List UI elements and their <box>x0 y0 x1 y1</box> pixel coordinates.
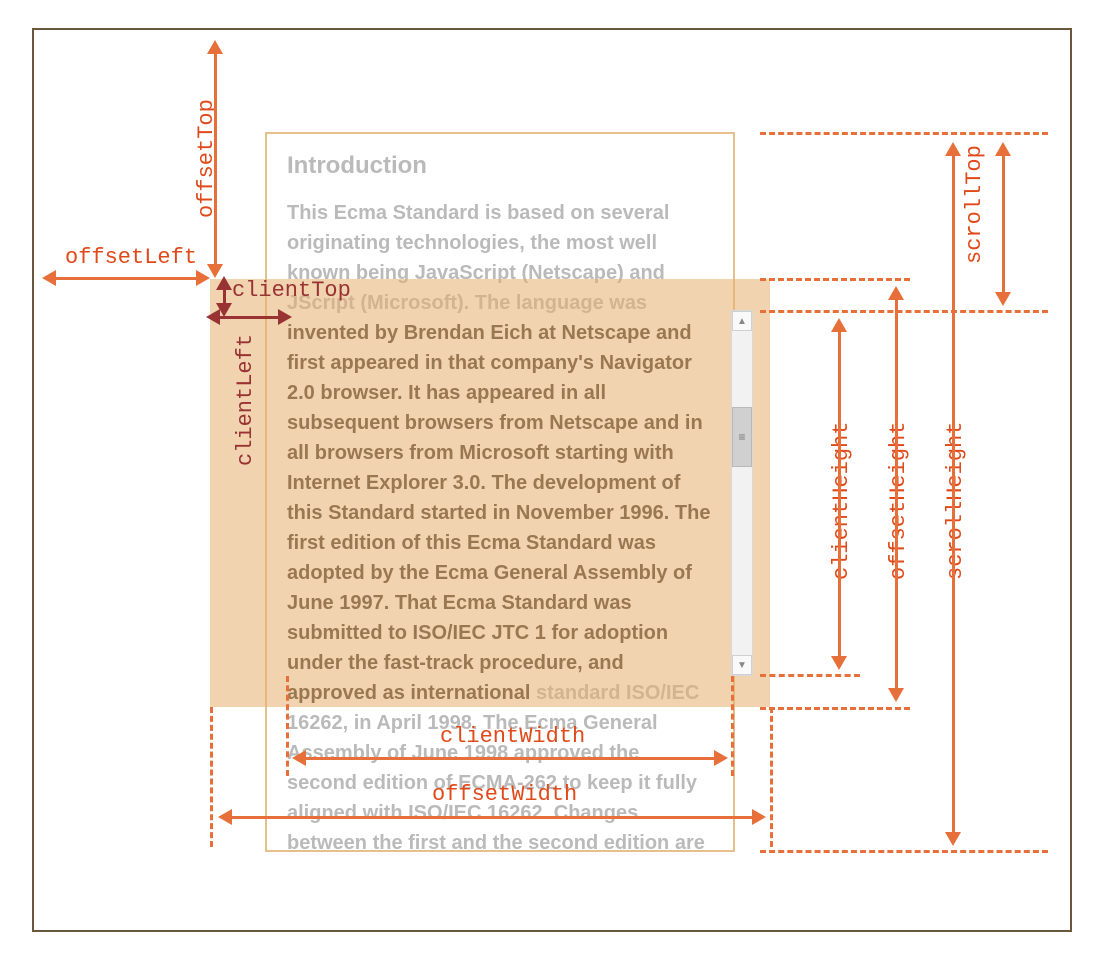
label-client-top: clientTop <box>232 278 351 303</box>
arrow-client-height <box>838 324 841 660</box>
cap-offset-left-l <box>34 270 56 286</box>
scrollbar[interactable]: ▲ ≡ ▼ <box>731 310 753 676</box>
arrow-client-left <box>212 316 284 319</box>
cap-offset-left-r <box>196 270 218 286</box>
cap-offset-width-r <box>752 809 774 825</box>
cap-client-width-r <box>714 750 736 766</box>
cap-scroll-height-d <box>945 832 961 854</box>
cap-client-height-u <box>831 310 847 332</box>
cap-offset-height-d <box>888 688 904 710</box>
content-post: standard ISO/IEC 16262, in April 1998. T… <box>287 682 705 852</box>
label-scroll-top: scrollTop <box>962 145 987 264</box>
content-heading: Introduction <box>287 152 713 180</box>
cap-scroll-height-u <box>945 134 961 156</box>
label-scroll-height: scrollHeight <box>943 422 968 580</box>
cap-scroll-top-d <box>995 292 1011 314</box>
guide-right-offset <box>770 707 773 847</box>
cap-client-height-d <box>831 656 847 678</box>
guide-left-offset <box>210 707 213 847</box>
guide-bottom-content <box>760 850 1048 853</box>
arrow-scroll-top <box>1002 148 1005 296</box>
cap-client-width-l <box>284 750 306 766</box>
cap-offset-height-u <box>888 278 904 300</box>
arrow-offset-left <box>50 277 200 280</box>
arrow-offset-top <box>214 46 217 270</box>
scroll-down-button[interactable]: ▼ <box>732 655 752 675</box>
content-paragraph: This Ecma Standard is based on several o… <box>287 198 713 852</box>
label-offset-width: offsetWidth <box>432 782 577 807</box>
arrow-offset-width <box>226 816 756 819</box>
arrow-scroll-height <box>952 148 955 836</box>
arrow-client-width <box>300 757 718 760</box>
scrollbar-thumb[interactable]: ≡ <box>732 407 752 467</box>
label-offset-left: offsetLeft <box>65 245 197 270</box>
label-client-width: clientWidth <box>440 724 585 749</box>
content-bold: invented by Brendan Eich at Netscape and… <box>287 322 710 704</box>
cap-client-left-l <box>198 309 220 325</box>
cap-offset-top-up <box>207 32 223 54</box>
cap-scroll-top-u <box>995 134 1011 156</box>
diagram-stage: Introduction This Ecma Standard is based… <box>0 0 1097 977</box>
label-client-height: clientHeight <box>829 422 854 580</box>
cap-offset-width-l <box>210 809 232 825</box>
cap-client-left-r <box>278 309 300 325</box>
label-client-left: clientLeft <box>233 334 258 466</box>
cap-client-top-u <box>216 268 232 290</box>
scroll-up-button[interactable]: ▲ <box>732 311 752 331</box>
arrow-offset-height <box>895 292 898 692</box>
label-offset-height: offsetHeight <box>886 422 911 580</box>
